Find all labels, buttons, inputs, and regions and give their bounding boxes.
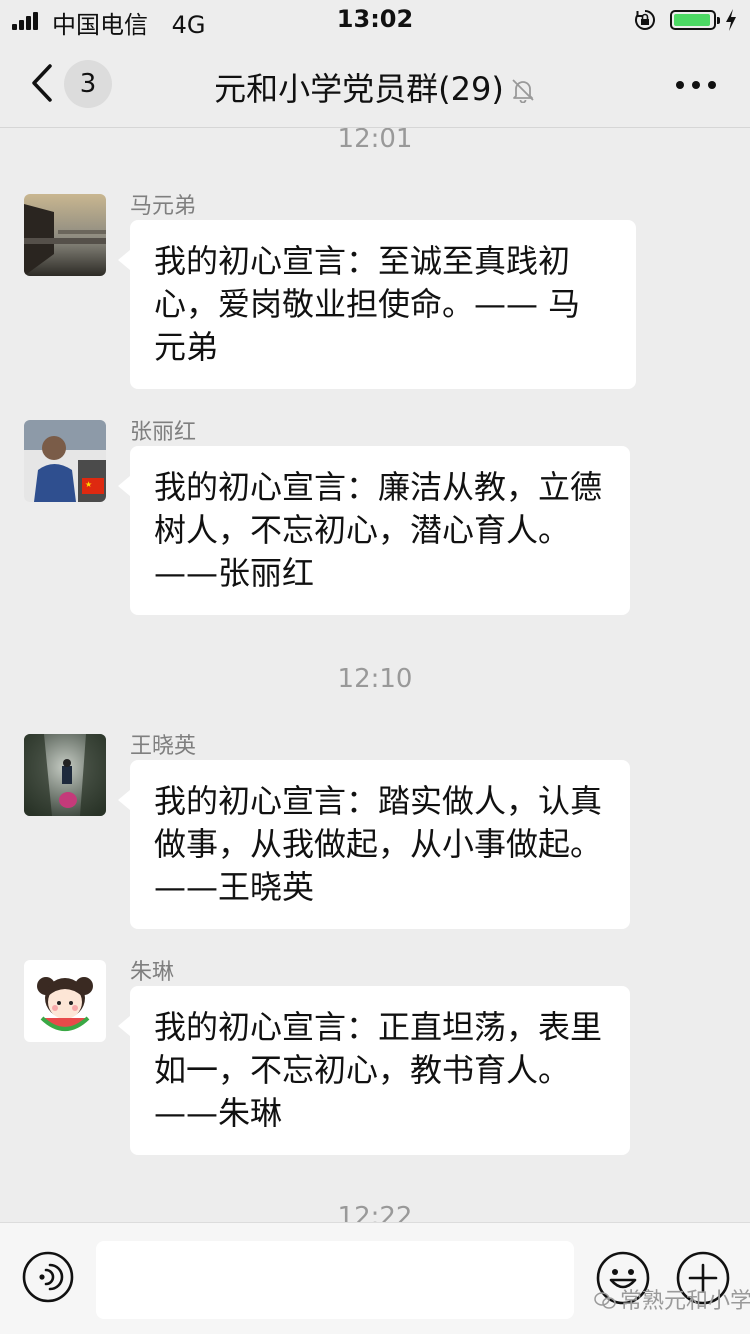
more-icon[interactable] (668, 68, 724, 100)
avatar[interactable]: ★ (24, 420, 106, 502)
chat-title: 元和小学党员群(29) (214, 70, 504, 108)
message-bubble[interactable]: 我的初心宣言：踏实做人，认真做事，从我做起，从小事做起。 ——王晓英 (118, 760, 630, 929)
orientation-lock-icon (635, 10, 655, 30)
watermark: 常熟元和小学 (594, 1283, 750, 1315)
sender-name: 王晓英 (130, 734, 197, 759)
sender-name: 朱琳 (130, 960, 175, 985)
message-bubble[interactable]: 我的初心宣言：正直坦荡，表里如一，不忘初心，教书育人。 ——朱琳 (118, 986, 630, 1155)
status-bar: 中国电信 4G 13:02 (0, 0, 750, 40)
chat-title-container: 元和小学党员群(29) (0, 64, 750, 110)
avatar[interactable] (24, 960, 106, 1042)
battery-level-fill (674, 14, 710, 26)
timestamp: 12:10 (337, 664, 413, 694)
chat-header: 3 元和小学党员群(29) (0, 40, 750, 128)
avatar[interactable] (24, 734, 106, 816)
svg-text:★: ★ (85, 480, 92, 489)
charging-bolt-icon (726, 9, 736, 31)
sender-name: 马元弟 (130, 194, 197, 219)
battery-icon (670, 10, 720, 30)
message-input[interactable] (96, 1241, 574, 1319)
voice-icon[interactable] (22, 1251, 74, 1303)
message-bubble[interactable]: 我的初心宣言：廉洁从教，立德树人，不忘初心，潜心育人。——张丽红 (118, 446, 630, 615)
timestamp: 12:01 (337, 128, 413, 154)
message-bubble[interactable]: 我的初心宣言：至诚至真践初心，爱岗敬业担使命。—— 马元弟 (118, 220, 636, 389)
chat-messages[interactable]: 12:01 马元弟 我的初心宣言：至诚至真践初心，爱岗敬业担使命。—— 马元弟 … (0, 128, 750, 1222)
wechat-logo-icon (594, 1292, 616, 1309)
watermark-text: 常熟元和小学 (620, 1289, 750, 1314)
sender-name: 张丽红 (130, 420, 197, 445)
timestamp: 12:22 (337, 1202, 413, 1222)
mute-bell-icon (512, 79, 534, 103)
input-bar: 常熟元和小学 (0, 1222, 750, 1334)
avatar[interactable] (24, 194, 106, 276)
